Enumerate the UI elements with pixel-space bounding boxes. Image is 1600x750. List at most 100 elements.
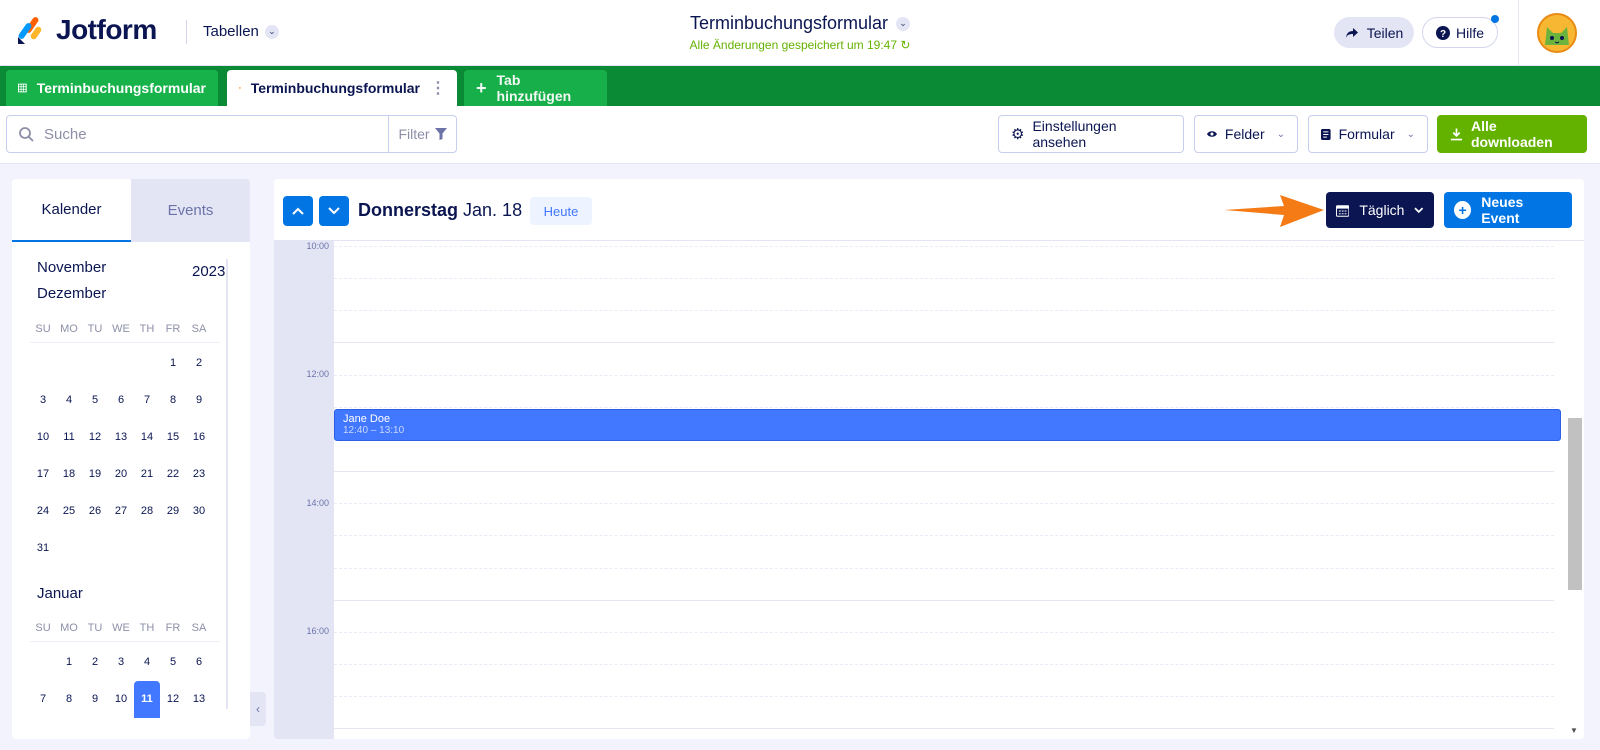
day-cell[interactable]: 2: [82, 644, 108, 681]
day-cell[interactable]: 30: [186, 493, 212, 530]
tab-events[interactable]: Events: [131, 179, 250, 242]
day-cell[interactable]: 23: [186, 456, 212, 493]
previous-day-button[interactable]: [283, 196, 313, 226]
day-cell[interactable]: 17: [30, 456, 56, 493]
day-cell[interactable]: 9: [186, 382, 212, 419]
jotform-logo-icon[interactable]: [16, 14, 46, 46]
day-cell[interactable]: 5: [160, 644, 186, 681]
day-cell[interactable]: 13: [186, 681, 212, 718]
today-button[interactable]: Heute: [530, 197, 592, 225]
brand-name[interactable]: Jotform: [56, 14, 157, 46]
day-cell[interactable]: 12: [82, 419, 108, 456]
weekday-label: TH: [139, 323, 155, 335]
day-cell[interactable]: 9: [82, 681, 108, 718]
tab-kalender[interactable]: Kalender: [12, 179, 131, 242]
grid-line: [334, 406, 1554, 408]
day-cell[interactable]: 6: [108, 382, 134, 419]
day-cell[interactable]: 1: [56, 644, 82, 681]
form-dropdown[interactable]: Formular ⌄: [1308, 115, 1428, 153]
day-cell[interactable]: 24: [30, 493, 56, 530]
weekday-label: WE: [112, 323, 130, 335]
calendar-sidebar: Kalender Events November 2023 Dezember S…: [12, 179, 250, 739]
eye-icon: [1207, 131, 1217, 137]
day-cell[interactable]: 14: [134, 419, 160, 456]
day-cell[interactable]: 27: [108, 493, 134, 530]
chevron-down-icon: ⌄: [896, 16, 911, 31]
day-cell[interactable]: 26: [82, 493, 108, 530]
fields-dropdown[interactable]: Felder ⌄: [1194, 115, 1298, 153]
day-cell[interactable]: 1: [160, 345, 186, 382]
day-cell[interactable]: 18: [56, 456, 82, 493]
svg-text:?: ?: [1440, 29, 1446, 40]
day-cell[interactable]: 7: [30, 681, 56, 718]
day-cell[interactable]: 16: [186, 419, 212, 456]
day-cell[interactable]: 13: [108, 419, 134, 456]
download-all-button[interactable]: Alle downloaden: [1437, 115, 1587, 153]
refresh-icon: ↻: [900, 38, 911, 52]
new-event-button[interactable]: + Neues Event: [1444, 192, 1572, 228]
day-cell[interactable]: 3: [108, 644, 134, 681]
next-day-button[interactable]: [319, 196, 349, 226]
tab-calendar[interactable]: Terminbuchungsformular ⋮: [227, 70, 457, 106]
time-label: 10:00: [306, 241, 329, 251]
day-cell[interactable]: 8: [160, 382, 186, 419]
day-cell[interactable]: 19: [82, 456, 108, 493]
day-cell[interactable]: 3: [30, 382, 56, 419]
add-tab-button[interactable]: + Tab hinzufügen: [464, 70, 607, 106]
collapse-sidebar-button[interactable]: ‹: [250, 692, 266, 726]
chevron-down-icon: [328, 207, 340, 215]
day-cell[interactable]: 21: [134, 456, 160, 493]
month-label[interactable]: November: [37, 259, 106, 276]
day-cell[interactable]: 29: [160, 493, 186, 530]
scroll-down-arrow-icon[interactable]: ▼: [1570, 726, 1578, 735]
help-button[interactable]: ? Hilfe: [1422, 17, 1498, 48]
settings-button[interactable]: ⚙ Einstellungen ansehen: [998, 115, 1184, 153]
tabellen-dropdown[interactable]: Tabellen ⌄: [203, 23, 279, 40]
sidebar-scrollbar[interactable]: [226, 259, 228, 709]
tab-bar: Terminbuchungsformular Terminbuchungsfor…: [0, 66, 1600, 106]
document-icon: [1321, 128, 1331, 140]
scrollbar-thumb[interactable]: [1568, 418, 1582, 590]
fields-label: Felder: [1224, 126, 1265, 142]
weekday-label: TU: [87, 323, 103, 335]
event-block[interactable]: Jane Doe 12:40 – 13:10: [334, 409, 1561, 441]
day-cell[interactable]: 15: [160, 419, 186, 456]
day-cell[interactable]: 11: [134, 681, 160, 718]
day-cell[interactable]: 28: [134, 493, 160, 530]
share-button[interactable]: Teilen: [1334, 17, 1414, 48]
calendar-header: Donnerstag Jan. 18 Heute Täglich + Neues…: [274, 179, 1584, 241]
save-status-text: Alle Änderungen gespeichert um 19:47: [689, 38, 898, 52]
kebab-menu-icon[interactable]: ⋮: [430, 78, 446, 98]
filter-button[interactable]: Filter: [388, 115, 457, 153]
grid-line: [334, 246, 1554, 247]
day-cell[interactable]: 31: [30, 530, 56, 567]
day-calendar: Donnerstag Jan. 18 Heute Täglich + Neues…: [274, 179, 1584, 739]
day-cell[interactable]: 6: [186, 644, 212, 681]
share-arrow-icon: [1345, 27, 1358, 38]
search-input[interactable]: Suche: [6, 115, 389, 153]
view-dropdown[interactable]: Täglich: [1326, 192, 1434, 228]
day-cell[interactable]: 10: [30, 419, 56, 456]
form-title-dropdown[interactable]: Terminbuchungsformular ⌄: [600, 13, 1000, 34]
avatar[interactable]: [1537, 13, 1577, 53]
calendar-scrollbar[interactable]: ▼: [1566, 241, 1584, 739]
day-cell[interactable]: 5: [82, 382, 108, 419]
tab-table[interactable]: Terminbuchungsformular: [6, 70, 218, 106]
grid-line: [334, 599, 1554, 601]
day-cell[interactable]: 7: [134, 382, 160, 419]
day-cell[interactable]: 11: [56, 419, 82, 456]
day-cell[interactable]: 4: [134, 644, 160, 681]
day-cell[interactable]: 4: [56, 382, 82, 419]
day-cell[interactable]: 8: [56, 681, 82, 718]
day-cell[interactable]: 20: [108, 456, 134, 493]
day-cell[interactable]: 2: [186, 345, 212, 382]
day-cell[interactable]: 22: [160, 456, 186, 493]
form-title: Terminbuchungsformular: [689, 13, 889, 33]
weekday-label: MO: [60, 622, 78, 634]
day-cell[interactable]: 25: [56, 493, 82, 530]
day-cell[interactable]: 12: [160, 681, 186, 718]
event-name: Jane Doe: [343, 413, 391, 425]
day-cell[interactable]: 10: [108, 681, 134, 718]
year-label[interactable]: 2023: [192, 263, 225, 280]
orange-arrow-annotation-icon: [1224, 195, 1324, 227]
